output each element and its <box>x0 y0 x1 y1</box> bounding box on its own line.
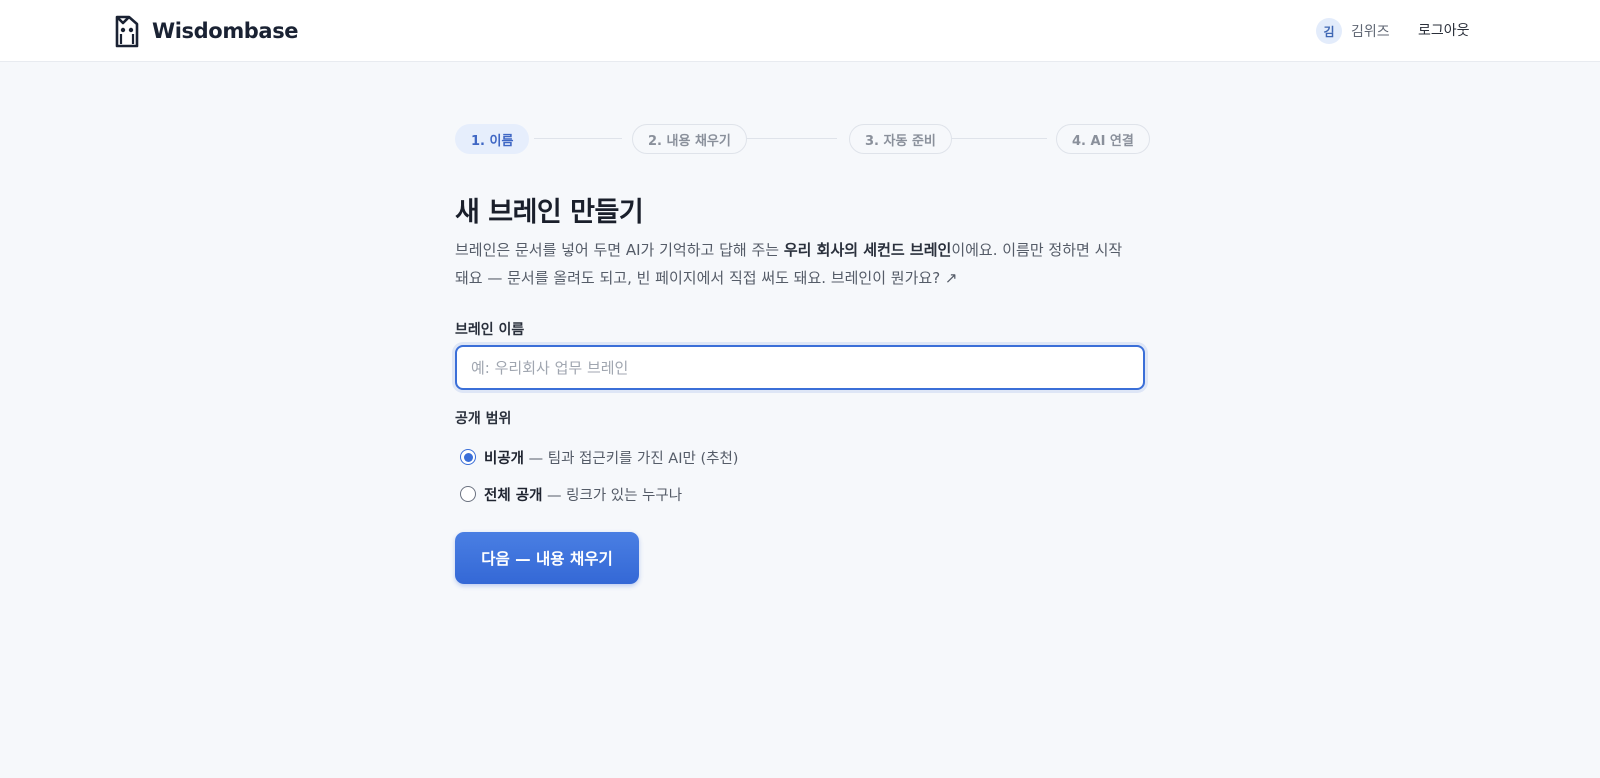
what-is-brain-link[interactable]: 브레인이 뭔가요? ↗ <box>831 269 958 287</box>
step-2-content: 2. 내용 채우기 <box>632 124 747 154</box>
step-4-ai-connect: 4. AI 연결 <box>1056 124 1150 154</box>
visibility-option-public[interactable]: 전체 공개 — 링크가 있는 누구나 <box>460 483 682 505</box>
user-name: 김위즈 <box>1351 24 1390 40</box>
description-highlight: 우리 회사의 세컨드 브레인 <box>783 241 952 259</box>
description-text: 브레인은 문서를 넣어 두면 AI가 기억하고 답해 주는 <box>455 241 784 259</box>
step-connector <box>948 138 1047 139</box>
option-title: 전체 공개 <box>484 487 543 504</box>
logout-link[interactable]: 로그아웃 <box>1418 20 1470 40</box>
progress-stepper: 1. 이름 2. 내용 채우기 3. 자동 준비 4. AI 연결 <box>455 124 1150 154</box>
option-detail: — 링크가 있는 누구나 <box>542 487 683 504</box>
step-3-auto-setup: 3. 자동 준비 <box>849 124 952 154</box>
option-detail: — 팀과 접근키를 가진 AI만 (추천) <box>524 450 739 467</box>
page-description: 브레인은 문서를 넣어 두면 AI가 기억하고 답해 주는 우리 회사의 세컨드… <box>455 236 1135 292</box>
page-title: 새 브레인 만들기 <box>455 197 644 228</box>
visibility-option-private[interactable]: 비공개 — 팀과 접근키를 가진 AI만 (추천) <box>460 446 738 468</box>
visibility-option-text: 비공개 — 팀과 접근키를 가진 AI만 (추천) <box>484 447 738 468</box>
radio-private[interactable] <box>460 449 476 465</box>
brand-logo-link[interactable]: Wisdombase <box>114 14 299 48</box>
next-button[interactable]: 다음 — 내용 채우기 <box>455 532 639 584</box>
user-menu[interactable]: 김 김위즈 <box>1316 18 1390 44</box>
top-header: Wisdombase 김 김위즈 로그아웃 <box>0 0 1600 62</box>
brand-name: Wisdombase <box>152 19 299 43</box>
visibility-option-text: 전체 공개 — 링크가 있는 누구나 <box>484 484 682 505</box>
brain-name-input[interactable] <box>455 345 1145 390</box>
option-title: 비공개 <box>484 450 525 467</box>
avatar: 김 <box>1316 18 1342 44</box>
owl-book-icon <box>115 15 139 48</box>
brain-name-label: 브레인 이름 <box>455 322 525 338</box>
radio-public[interactable] <box>460 486 476 502</box>
step-connector <box>534 138 622 139</box>
step-1-name: 1. 이름 <box>455 124 530 154</box>
visibility-label: 공개 범위 <box>455 411 512 427</box>
step-connector <box>743 138 837 139</box>
